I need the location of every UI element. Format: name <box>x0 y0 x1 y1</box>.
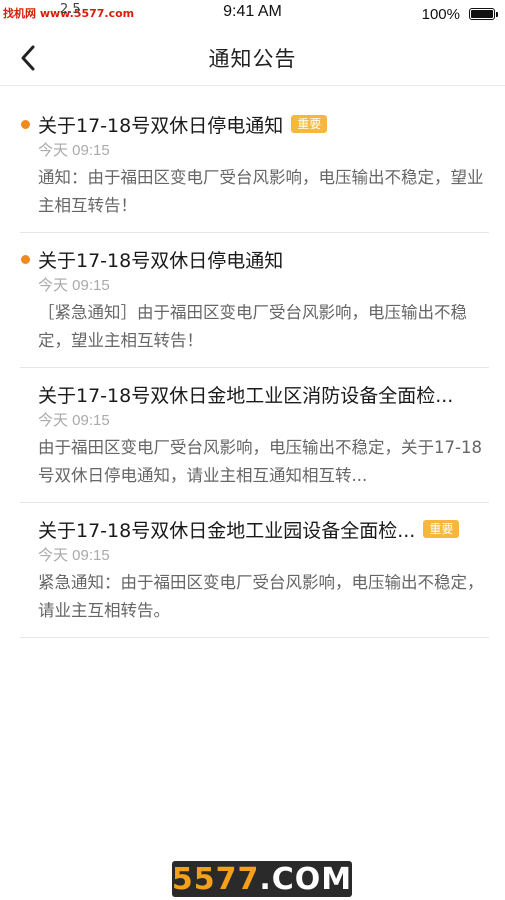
screen: 找机网 www.5577.com 2.5 9:41 AM 100% 通知公告 关… <box>0 0 505 900</box>
notice-title-row: 关于17-18号双休日停电通知 重要 <box>38 110 489 138</box>
nav-bar: 通知公告 <box>0 30 505 86</box>
battery-percentage: 100% <box>421 6 460 23</box>
notice-title: 关于17-18号双休日金地工业园设备全面检... <box>38 519 416 542</box>
watermark-logo: 5577 .COM <box>172 861 352 897</box>
battery-icon <box>469 8 498 20</box>
notice-list: 关于17-18号双休日停电通知 重要 今天 09:15 通知：由于福田区变电厂受… <box>0 98 505 638</box>
notice-title-row: 关于17-18号双休日停电通知 <box>38 245 489 273</box>
status-bar: 找机网 www.5577.com 2.5 9:41 AM 100% <box>0 0 505 30</box>
notice-body: 紧急通知：由于福田区变电厂受台风影响，电压输出不稳定，请业主互相转告。 <box>38 573 484 620</box>
notice-time: 今天 09:15 <box>38 412 110 429</box>
watermark-number: 5577 <box>171 861 260 897</box>
notice-title-row: 关于17-18号双休日金地工业园设备全面检... 重要 <box>38 515 489 543</box>
unread-dot-icon <box>21 120 30 129</box>
notice-body: ［紧急通知］由于福田区变电厂受台风影响，电压输出不稳定，望业主相互转告！ <box>38 303 467 350</box>
important-badge: 重要 <box>423 520 460 538</box>
notice-time: 今天 09:15 <box>38 277 110 294</box>
watermark-domain: .COM <box>259 861 353 897</box>
notice-item[interactable]: 关于17-18号双休日金地工业园设备全面检... 重要 今天 09:15 紧急通… <box>20 503 489 638</box>
notice-body: 由于福田区变电厂受台风影响，电压输出不稳定，关于17-18号双休日停电通知，请业… <box>38 438 482 485</box>
notice-title: 关于17-18号双休日停电通知 <box>38 114 284 137</box>
notice-item[interactable]: 关于17-18号双休日停电通知 今天 09:15 ［紧急通知］由于福田区变电厂受… <box>20 233 489 368</box>
notice-body: 通知：由于福田区变电厂受台风影响，电压输出不稳定，望业主相互转告！ <box>38 168 484 215</box>
important-badge: 重要 <box>291 115 328 133</box>
notice-item[interactable]: 关于17-18号双休日金地工业区消防设备全面检... 今天 09:15 由于福田… <box>20 368 489 503</box>
notice-time: 今天 09:15 <box>38 142 110 159</box>
notice-title: 关于17-18号双休日停电通知 <box>38 249 284 272</box>
notice-time: 今天 09:15 <box>38 547 110 564</box>
notice-title-row: 关于17-18号双休日金地工业区消防设备全面检... <box>38 380 489 408</box>
notice-title: 关于17-18号双休日金地工业区消防设备全面检... <box>38 384 454 407</box>
page-title: 通知公告 <box>208 47 297 71</box>
notice-item[interactable]: 关于17-18号双休日停电通知 重要 今天 09:15 通知：由于福田区变电厂受… <box>20 98 489 233</box>
unread-dot-icon <box>21 255 30 264</box>
